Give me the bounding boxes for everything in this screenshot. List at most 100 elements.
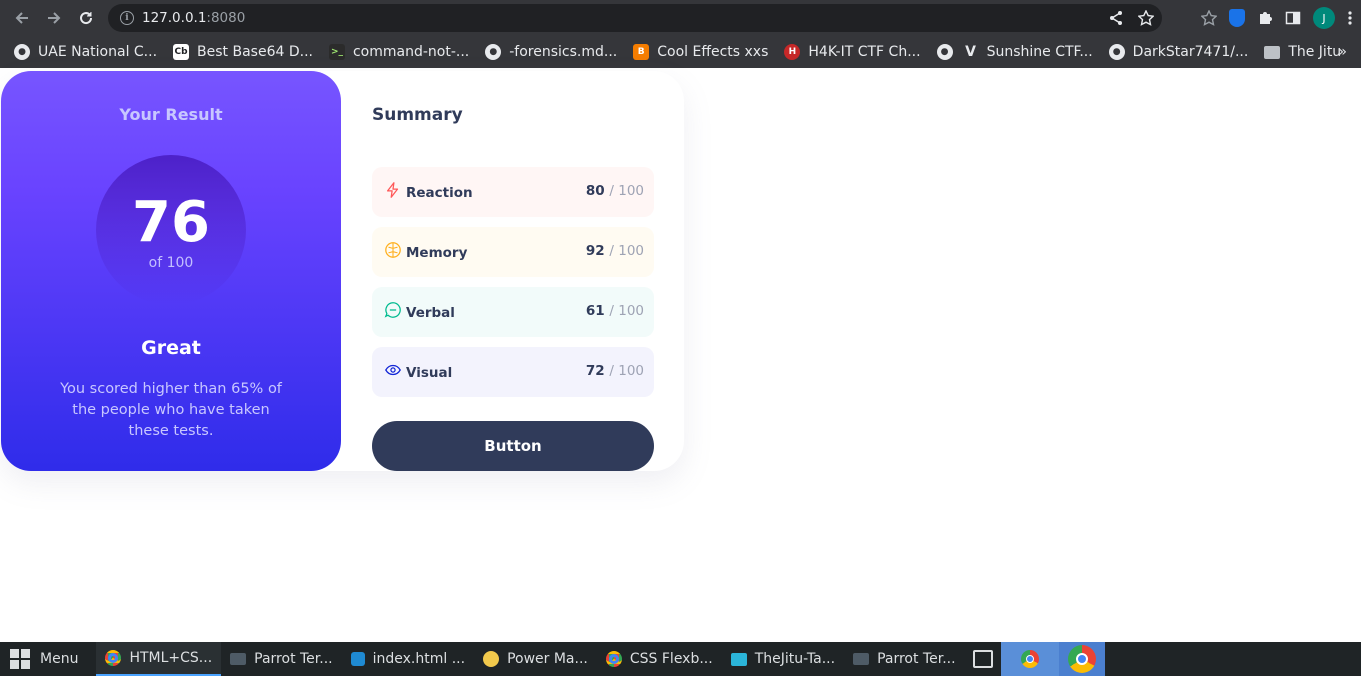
summary-item-label: Verbal [406,305,455,321]
bookmark-item[interactable]: ● [936,44,953,60]
eye-icon [385,364,401,376]
os-taskbar: Menu HTML+CS... Parrot Ter... index.html… [0,642,1361,676]
rating-label: Great [141,337,201,359]
taskbar-item-label: Power Ma... [507,651,588,667]
globe-icon: ● [14,44,30,60]
forward-button[interactable] [38,2,70,34]
summary-item-verbal: Verbal 61 / 100 [372,287,654,337]
v-icon: V [965,44,976,60]
page-viewport: Your Result 76 of 100 Great You scored h… [0,68,1361,642]
bookmark-label: DarkStar7471/... [1132,44,1249,60]
address-bar[interactable]: i 127.0.0.1:8080 [108,4,1162,32]
site-info-icon[interactable]: i [120,11,134,25]
result-panel: Your Result 76 of 100 Great You scored h… [1,71,341,471]
folder-icon [1264,45,1281,59]
taskbar-item-label: HTML+CS... [129,650,213,666]
arrow-left-icon [15,12,28,24]
vscode-icon [350,652,365,666]
bookmark-label: Best Base64 D... [197,44,313,60]
power-icon [483,651,500,667]
chrome-launcher-button[interactable] [1058,642,1105,676]
taskbar-item[interactable]: TheJitu-Ta... [722,642,844,676]
reload-button[interactable] [70,2,102,34]
chat-icon [384,302,401,318]
bookmark-item[interactable]: B Cool Effects xxs [633,44,768,60]
summary-item-score-wrap: 92 / 100 [586,243,644,259]
bookmark-item[interactable]: H H4K-IT CTF Ch... [784,44,921,60]
summary-panel: Summary Reaction 80 / 100 Memory 92 / 10… [371,71,654,471]
lightning-icon [386,182,399,198]
bookmark-item[interactable]: ● DarkStar7471/... [1108,44,1249,60]
score-value: 76 [132,190,210,255]
bookmarks-overflow-button[interactable]: » [1338,44,1347,60]
summary-item-label: Visual [406,365,453,381]
shield-extension-icon[interactable] [1229,9,1245,27]
brain-icon [385,242,401,258]
taskbar-item[interactable]: CSS Flexb... [597,642,722,676]
folder-icon [730,652,747,666]
summary-item-total: / 100 [609,243,644,259]
start-menu-label: Menu [40,651,79,667]
summary-item-reaction: Reaction 80 / 100 [372,167,654,217]
back-button[interactable] [6,2,38,34]
bookmark-item[interactable]: ● -forensics.md... [485,44,617,60]
results-card: Your Result 76 of 100 Great You scored h… [1,71,684,471]
summary-item-score: 61 [585,303,605,319]
bookmark-label: UAE National C... [38,44,158,60]
summary-item-score: 72 [585,363,605,379]
profile-avatar[interactable]: J [1313,7,1335,29]
browser-toolbar: i 127.0.0.1:8080 J [0,0,1361,36]
chrome-launcher-button[interactable] [1000,642,1059,676]
cb-icon: Cb [173,44,190,60]
continue-button[interactable]: Button [372,421,654,471]
puzzle-icon[interactable] [1257,10,1273,26]
bookmark-item[interactable]: ● UAE National C... [14,44,157,60]
bookmark-label: Cool Effects xxs [657,44,769,60]
summary-item-score-wrap: 61 / 100 [586,303,644,319]
reading-list-icon[interactable] [1201,10,1217,26]
bookmarks-bar: ● UAE National C... Cb Best Base64 D... … [0,36,1361,68]
taskbar-item-label: CSS Flexb... [629,651,713,667]
chrome-icon [605,651,622,667]
terminal-icon [853,653,870,665]
summary-item-score: 80 [585,183,605,199]
summary-item-visual: Visual 72 / 100 [372,347,654,397]
summary-item-label: Reaction [406,185,473,201]
taskbar-item-label: index.html ... [372,651,466,667]
bookmark-folder[interactable]: The Jitu [1264,44,1341,60]
taskbar-item-label: Parrot Ter... [877,651,956,667]
summary-item-total: / 100 [609,303,644,319]
bookmark-item[interactable]: >_ command-not-... [328,44,469,60]
chrome-icon [1067,645,1096,673]
summary-item-total: / 100 [609,363,644,379]
taskbar-item[interactable]: Parrot Ter... [844,642,964,676]
score-total: of 100 [148,255,194,271]
result-title: Your Result [119,105,223,124]
url-port: :8080 [206,10,246,26]
screenshot-icon [972,650,993,668]
bookmark-item[interactable]: Cb Best Base64 D... [173,44,313,60]
summary-item-score-wrap: 80 / 100 [586,183,644,199]
taskbar-item[interactable]: index.html ... [342,642,474,676]
taskbar-item[interactable]: Parrot Ter... [221,642,341,676]
taskbar-item[interactable]: HTML+CS... [96,642,222,676]
summary-item-memory: Memory 92 / 100 [372,227,654,277]
taskbar-item[interactable]: Power Ma... [474,642,597,676]
bookmark-star-icon[interactable] [1138,10,1154,26]
github-icon: ● [1108,44,1125,60]
globe-icon: ● [936,44,953,60]
taskbar-item-label: TheJitu-Ta... [754,651,836,667]
start-menu-button[interactable]: Menu [0,642,96,676]
more-vert-icon[interactable] [1347,10,1353,26]
taskbar-item-label: Parrot Ter... [254,651,333,667]
screenshot-tool-button[interactable] [965,642,1001,676]
bookmark-item[interactable]: V Sunshine CTF... [963,44,1093,60]
share-icon[interactable] [1108,10,1124,26]
blogger-icon: B [633,44,650,60]
side-panel-icon[interactable] [1285,10,1301,26]
terminal-icon [230,653,247,665]
summary-item-label: Memory [406,245,468,261]
chrome-icon [1020,650,1039,668]
bookmark-label: H4K-IT CTF Ch... [808,44,921,60]
chrome-icon [105,650,122,666]
